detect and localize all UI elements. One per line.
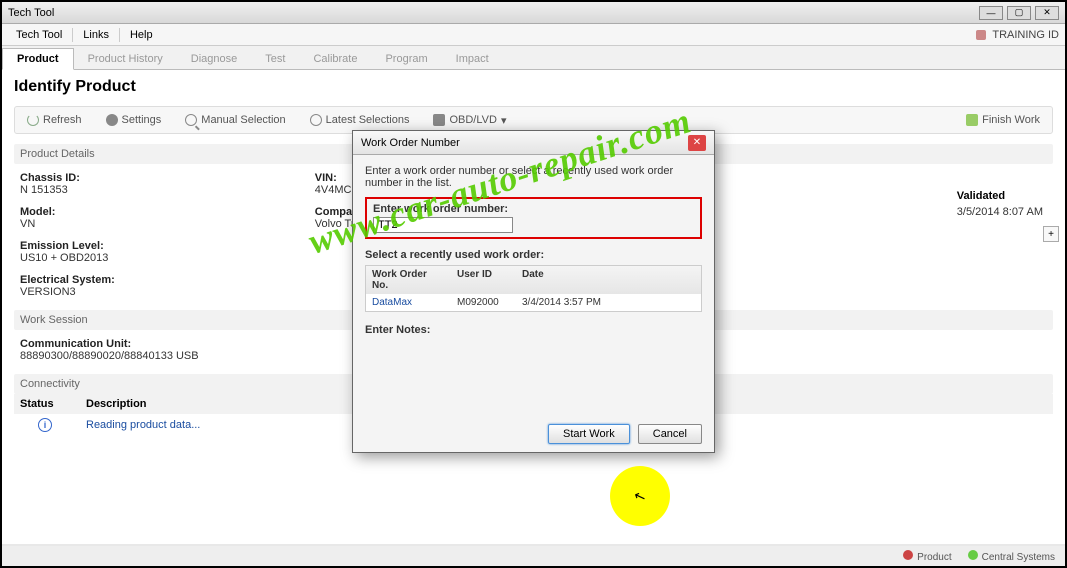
- elec-label: Electrical System:: [20, 274, 115, 286]
- minimize-button[interactable]: —: [979, 6, 1003, 20]
- cursor-highlight: ↖: [610, 466, 670, 526]
- col-date: Date: [516, 266, 701, 294]
- expand-button[interactable]: +: [1043, 226, 1059, 242]
- dialog-close-button[interactable]: ✕: [688, 135, 706, 151]
- menu-links[interactable]: Links: [75, 27, 117, 43]
- desc-col-header: Description: [86, 398, 147, 410]
- validated-header: Validated: [957, 190, 1043, 202]
- training-id-icon: [976, 30, 986, 40]
- clock-icon: [310, 114, 322, 126]
- statusbar: Product Central Systems: [2, 546, 1065, 566]
- work-order-dialog: Work Order Number ✕ Enter a work order n…: [352, 130, 715, 453]
- chassis-label: Chassis ID:: [20, 172, 115, 184]
- obd-button[interactable]: OBD/LVD ▾: [427, 112, 512, 129]
- validated-value: 3/5/2014 8:07 AM: [957, 206, 1043, 218]
- tab-impact[interactable]: Impact: [442, 49, 503, 69]
- work-order-input-box: Enter work order number:: [365, 197, 702, 239]
- window-title: Tech Tool: [8, 7, 979, 19]
- info-icon: i: [38, 418, 52, 432]
- central-status-icon: [968, 550, 978, 560]
- finish-icon: [966, 114, 978, 126]
- manual-selection-button[interactable]: Manual Selection: [179, 112, 291, 128]
- col-work-order-no: Work Order No.: [366, 266, 451, 294]
- chassis-value: N 151353: [20, 184, 115, 196]
- menubar: Tech Tool Links Help TRAINING ID: [2, 24, 1065, 46]
- gear-icon: [106, 114, 118, 126]
- start-work-button[interactable]: Start Work: [548, 424, 630, 444]
- finish-work-button[interactable]: Finish Work: [960, 112, 1046, 128]
- status-col-header: Status: [20, 398, 70, 410]
- search-icon: [185, 114, 197, 126]
- work-order-input-label: Enter work order number:: [373, 203, 694, 215]
- col-user-id: User ID: [451, 266, 516, 294]
- refresh-button[interactable]: Refresh: [21, 112, 88, 128]
- settings-button[interactable]: Settings: [100, 112, 168, 128]
- elec-value: VERSION3: [20, 286, 115, 298]
- emission-value: US10 + OBD2013: [20, 252, 115, 264]
- work-order-input[interactable]: [373, 217, 513, 233]
- window-titlebar: Tech Tool — ▢ ✕: [2, 2, 1065, 24]
- tabbar: Product Product History Diagnose Test Ca…: [2, 46, 1065, 70]
- model-label: Model:: [20, 206, 115, 218]
- obd-icon: [433, 114, 445, 126]
- menu-techtool[interactable]: Tech Tool: [8, 27, 70, 43]
- tab-calibrate[interactable]: Calibrate: [299, 49, 371, 69]
- reading-product-data: Reading product data...: [86, 419, 200, 431]
- tab-program[interactable]: Program: [371, 49, 441, 69]
- model-value: VN: [20, 218, 115, 230]
- tab-history[interactable]: Product History: [74, 49, 177, 69]
- recent-work-order-table: Work Order No. User ID Date DataMax M092…: [365, 265, 702, 312]
- cursor-icon: ↖: [632, 486, 649, 506]
- cancel-button[interactable]: Cancel: [638, 424, 702, 444]
- product-status-icon: [903, 550, 913, 560]
- dialog-instruction: Enter a work order number or select a re…: [365, 165, 702, 189]
- menu-help[interactable]: Help: [122, 27, 161, 43]
- training-id: TRAINING ID: [976, 29, 1059, 41]
- recent-work-order-row[interactable]: DataMax M092000 3/4/2014 3:57 PM: [366, 294, 701, 311]
- enter-notes-label: Enter Notes:: [365, 324, 702, 336]
- emission-label: Emission Level:: [20, 240, 115, 252]
- maximize-button[interactable]: ▢: [1007, 6, 1031, 20]
- page-title: Identify Product: [14, 78, 1053, 96]
- latest-selections-button[interactable]: Latest Selections: [304, 112, 416, 128]
- tab-diagnose[interactable]: Diagnose: [177, 49, 251, 69]
- tab-test[interactable]: Test: [251, 49, 299, 69]
- dialog-title: Work Order Number: [361, 137, 688, 149]
- close-button[interactable]: ✕: [1035, 6, 1059, 20]
- refresh-icon: [27, 114, 39, 126]
- tab-product[interactable]: Product: [2, 48, 74, 70]
- recent-work-order-label: Select a recently used work order:: [365, 249, 702, 261]
